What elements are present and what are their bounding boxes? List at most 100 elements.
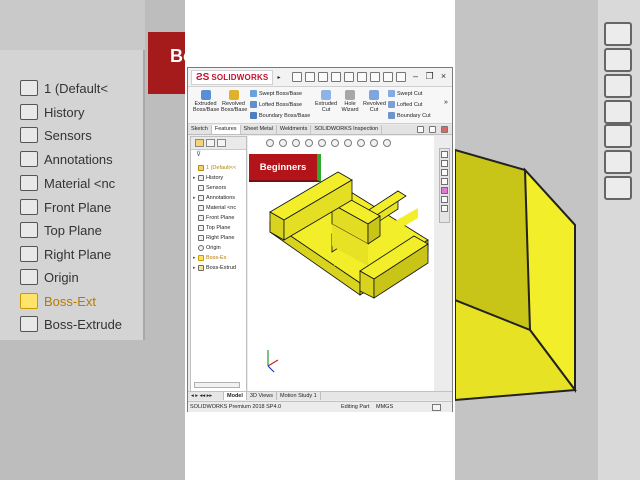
tree-item-history[interactable]: ▸ History [193, 173, 223, 183]
tree-item-boss-extrude[interactable]: ▸ Boss-Extrud [193, 263, 236, 273]
property-manager-tab-icon[interactable] [206, 139, 215, 147]
doc-restore-icon[interactable] [429, 126, 436, 133]
status-icon[interactable] [432, 404, 441, 411]
title-bar: ƧS SOLIDWORKS ▸ – ❐ × [188, 68, 452, 87]
status-product: SOLIDWORKS Premium 2018 SP4.0 [190, 404, 282, 410]
tab-scroll-arrows[interactable]: ◂ ▸ ◂◂ ▸▸ [188, 392, 224, 400]
extruded-cut-button[interactable]: Extruded Cut [315, 90, 337, 113]
swept-cut-button[interactable]: Swept Cut [388, 90, 422, 97]
feature-manager-tabs [191, 137, 246, 150]
rebuild-icon[interactable] [383, 72, 394, 82]
custom-properties-icon[interactable] [441, 196, 448, 203]
palette-icon [604, 100, 632, 124]
status-units[interactable]: MMGS [376, 404, 393, 410]
restore-button[interactable]: ❐ [424, 71, 435, 82]
tree-horizontal-scrollbar[interactable] [194, 382, 240, 388]
tab-motion-study[interactable]: Motion Study 1 [277, 392, 321, 400]
tab-sketch[interactable]: Sketch [188, 125, 212, 134]
tab-weldments[interactable]: Weldments [277, 125, 312, 134]
tree-item-right-plane[interactable]: Right Plane [198, 233, 234, 243]
boundary-boss-button[interactable]: Boundary Boss/Base [250, 112, 310, 119]
folder-icon[interactable] [441, 169, 448, 176]
undo-icon[interactable] [357, 72, 368, 82]
plane-icon [20, 246, 38, 262]
extruded-boss-button[interactable]: Extruded Boss/Base [193, 90, 219, 113]
bg-tree-node: Material <nc [20, 172, 115, 194]
origin-icon [198, 245, 204, 251]
forum-icon[interactable] [441, 205, 448, 212]
lofted-cut-button[interactable]: Lofted Cut [388, 101, 422, 108]
home-icon[interactable] [292, 72, 303, 82]
warning-icon [20, 293, 38, 309]
tree-item-front-plane[interactable]: Front Plane [198, 213, 234, 223]
bg-tree-node: Top Plane [20, 219, 102, 241]
feature-manager-tree: ⊽ 1 (Default<< ▸ History Sensors ▸ Annot… [190, 136, 247, 392]
solidworks-window: ƧS SOLIDWORKS ▸ – ❐ × Extruded Boss/Base… [187, 67, 453, 412]
tree-item-sensors[interactable]: Sensors [198, 183, 226, 193]
new-document-icon[interactable] [305, 72, 316, 82]
ribbon-more-button[interactable]: » [444, 99, 448, 106]
plane-icon [198, 215, 204, 221]
select-arrow-icon[interactable] [370, 72, 381, 82]
command-manager-tabs: Sketch Features Sheet Metal Weldments SO… [188, 125, 452, 135]
tab-solidworks-inspection[interactable]: SOLIDWORKS Inspection [311, 125, 383, 134]
swept-boss-button[interactable]: Swept Boss/Base [250, 90, 302, 97]
status-mode: Editing Part [341, 404, 370, 410]
doc-close-icon[interactable] [441, 126, 448, 133]
tab-sheet-metal[interactable]: Sheet Metal [241, 125, 277, 134]
expand-arrow-icon[interactable]: ▸ [193, 265, 196, 271]
expand-arrow-icon[interactable]: ▸ [193, 175, 196, 181]
hole-wizard-button[interactable]: Hole Wizard [339, 90, 361, 113]
tree-item-part[interactable]: 1 (Default<< [198, 163, 236, 173]
status-bar: SOLIDWORKS Premium 2018 SP4.0 Editing Pa… [188, 401, 452, 412]
print-icon[interactable] [344, 72, 355, 82]
expand-arrow-icon[interactable]: ▸ [193, 255, 196, 261]
coordinate-triad-icon [267, 350, 279, 373]
tab-features[interactable]: Features [211, 125, 241, 134]
annotations-icon [20, 151, 38, 167]
revolved-cut-button[interactable]: Revolved Cut [363, 90, 386, 113]
open-folder-icon[interactable] [318, 72, 329, 82]
home-icon[interactable] [441, 151, 448, 158]
lofted-boss-icon [250, 101, 257, 108]
appearance-icon [604, 124, 632, 148]
minimize-button[interactable]: – [410, 71, 421, 82]
origin-icon [20, 269, 38, 285]
revolved-boss-icon [228, 90, 239, 100]
options-gear-icon[interactable] [396, 72, 407, 82]
tab-3d-views[interactable]: 3D Views [247, 392, 278, 400]
menu-expand-arrow-icon[interactable]: ▸ [277, 74, 280, 81]
file-explorer-icon[interactable] [441, 178, 448, 185]
expand-arrow-icon[interactable]: ▸ [193, 195, 196, 201]
solidworks-logo[interactable]: ƧS SOLIDWORKS [191, 69, 274, 85]
list-icon [604, 150, 632, 174]
doc-window-controls [414, 125, 448, 134]
configuration-tab-icon[interactable] [217, 139, 226, 147]
hole-wizard-icon [345, 90, 355, 100]
boundary-cut-button[interactable]: Boundary Cut [388, 112, 431, 119]
material-icon [20, 175, 38, 191]
revolved-cut-icon [369, 90, 379, 100]
bg-tree-node: History [20, 101, 84, 123]
bg-tree-node: Right Plane [20, 243, 111, 265]
lofted-boss-button[interactable]: Lofted Boss/Base [250, 101, 302, 108]
save-icon[interactable] [331, 72, 342, 82]
lofted-cut-icon [388, 101, 395, 108]
tree-item-origin[interactable]: Origin [198, 243, 221, 253]
parts-icon[interactable] [441, 160, 448, 167]
bg-tree-node: Boss-Ext [20, 290, 96, 312]
appearance-icon[interactable] [441, 187, 448, 194]
tree-item-boss-extrude-warning[interactable]: ▸ Boss-Ex [193, 253, 226, 263]
tree-item-material[interactable]: Material <nc [198, 203, 236, 213]
filter-icon[interactable]: ⊽ [191, 150, 246, 160]
tab-model[interactable]: Model [224, 392, 247, 400]
part-icon [198, 165, 204, 171]
revolved-boss-button[interactable]: Revolved Boss/Base [221, 90, 247, 113]
doc-minimize-icon[interactable] [417, 126, 424, 133]
tree-item-annotations[interactable]: ▸ Annotations [193, 193, 235, 203]
sensors-icon [198, 185, 204, 191]
extrude-icon [198, 265, 204, 271]
feature-tree-tab-icon[interactable] [195, 139, 204, 147]
close-button[interactable]: × [438, 71, 449, 82]
tree-item-top-plane[interactable]: Top Plane [198, 223, 230, 233]
